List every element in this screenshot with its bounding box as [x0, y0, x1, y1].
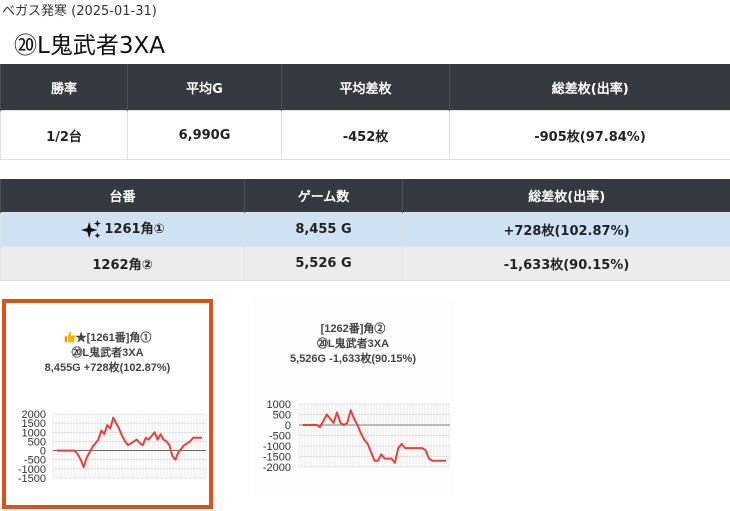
summary-table: 勝率 平均G 平均差枚 総差枚(出率) 1/2台 6,990G -452枚 -9…	[0, 64, 730, 160]
machine-games: 5,526 G	[244, 246, 403, 281]
y-tick-label: -1500	[18, 473, 46, 485]
machine-header-diff: 総差枚(出率)	[402, 179, 730, 213]
machine-diff: -1,633枚(90.15%)	[402, 246, 730, 281]
machine-name-cell[interactable]: 1261角①	[0, 212, 245, 247]
summary-header-avg-diff: 平均差枚	[281, 64, 450, 111]
machine-header-games: ゲーム数	[244, 179, 403, 213]
chart-card-1261[interactable]: ★[1261番]角① ⑳L鬼武者3XA 8,455G +728枚(102.87%…	[2, 299, 213, 509]
line-chart-1262: 10005000-500-1000-1500-2000	[263, 399, 450, 474]
summary-value-row: 1/2台 6,990G -452枚 -905枚(97.84%)	[0, 110, 730, 160]
summary-header-row: 勝率 平均G 平均差枚 総差枚(出率)	[0, 64, 730, 111]
sparkle-icon	[81, 219, 102, 238]
machine-header-number: 台番	[0, 179, 245, 213]
summary-avg-diff: -452枚	[281, 110, 450, 160]
line-chart-1261: 2000150010005000-500-1000-1500	[18, 409, 207, 485]
machine-table: 台番 ゲーム数 総差枚(出率) 1261角① 8,455 G +728枚(102…	[0, 179, 730, 281]
summary-winrate: 1/2台	[0, 110, 128, 160]
page-title: ⑳L鬼武者3XA	[14, 33, 165, 59]
machine-name: 1261角①	[104, 222, 165, 238]
series-line	[303, 409, 446, 464]
machine-header-row: 台番 ゲーム数 総差枚(出率)	[0, 179, 730, 213]
summary-total-diff: -905枚(97.84%)	[449, 110, 730, 160]
summary-header-total-diff: 総差枚(出率)	[449, 64, 730, 111]
store-date-subtitle: ベガス発寒 (2025-01-31)	[2, 4, 157, 19]
machine-row[interactable]: 1261角① 8,455 G +728枚(102.87%)	[0, 212, 730, 247]
machine-diff: +728枚(102.87%)	[402, 212, 730, 247]
chart-card-1262[interactable]: [1262番]角② ⑳L鬼武者3XA 5,526G -1,633枚(90.15%…	[253, 298, 453, 497]
machine-name[interactable]: 1262角②	[0, 246, 245, 281]
y-tick-label: -2000	[263, 462, 291, 474]
summary-header-winrate: 勝率	[0, 64, 128, 111]
machine-games: 8,455 G	[244, 212, 403, 247]
summary-header-avg-games: 平均G	[127, 64, 282, 111]
machine-row[interactable]: 1262角② 5,526 G -1,633枚(90.15%)	[0, 246, 730, 281]
summary-avg-games: 6,990G	[127, 110, 282, 160]
